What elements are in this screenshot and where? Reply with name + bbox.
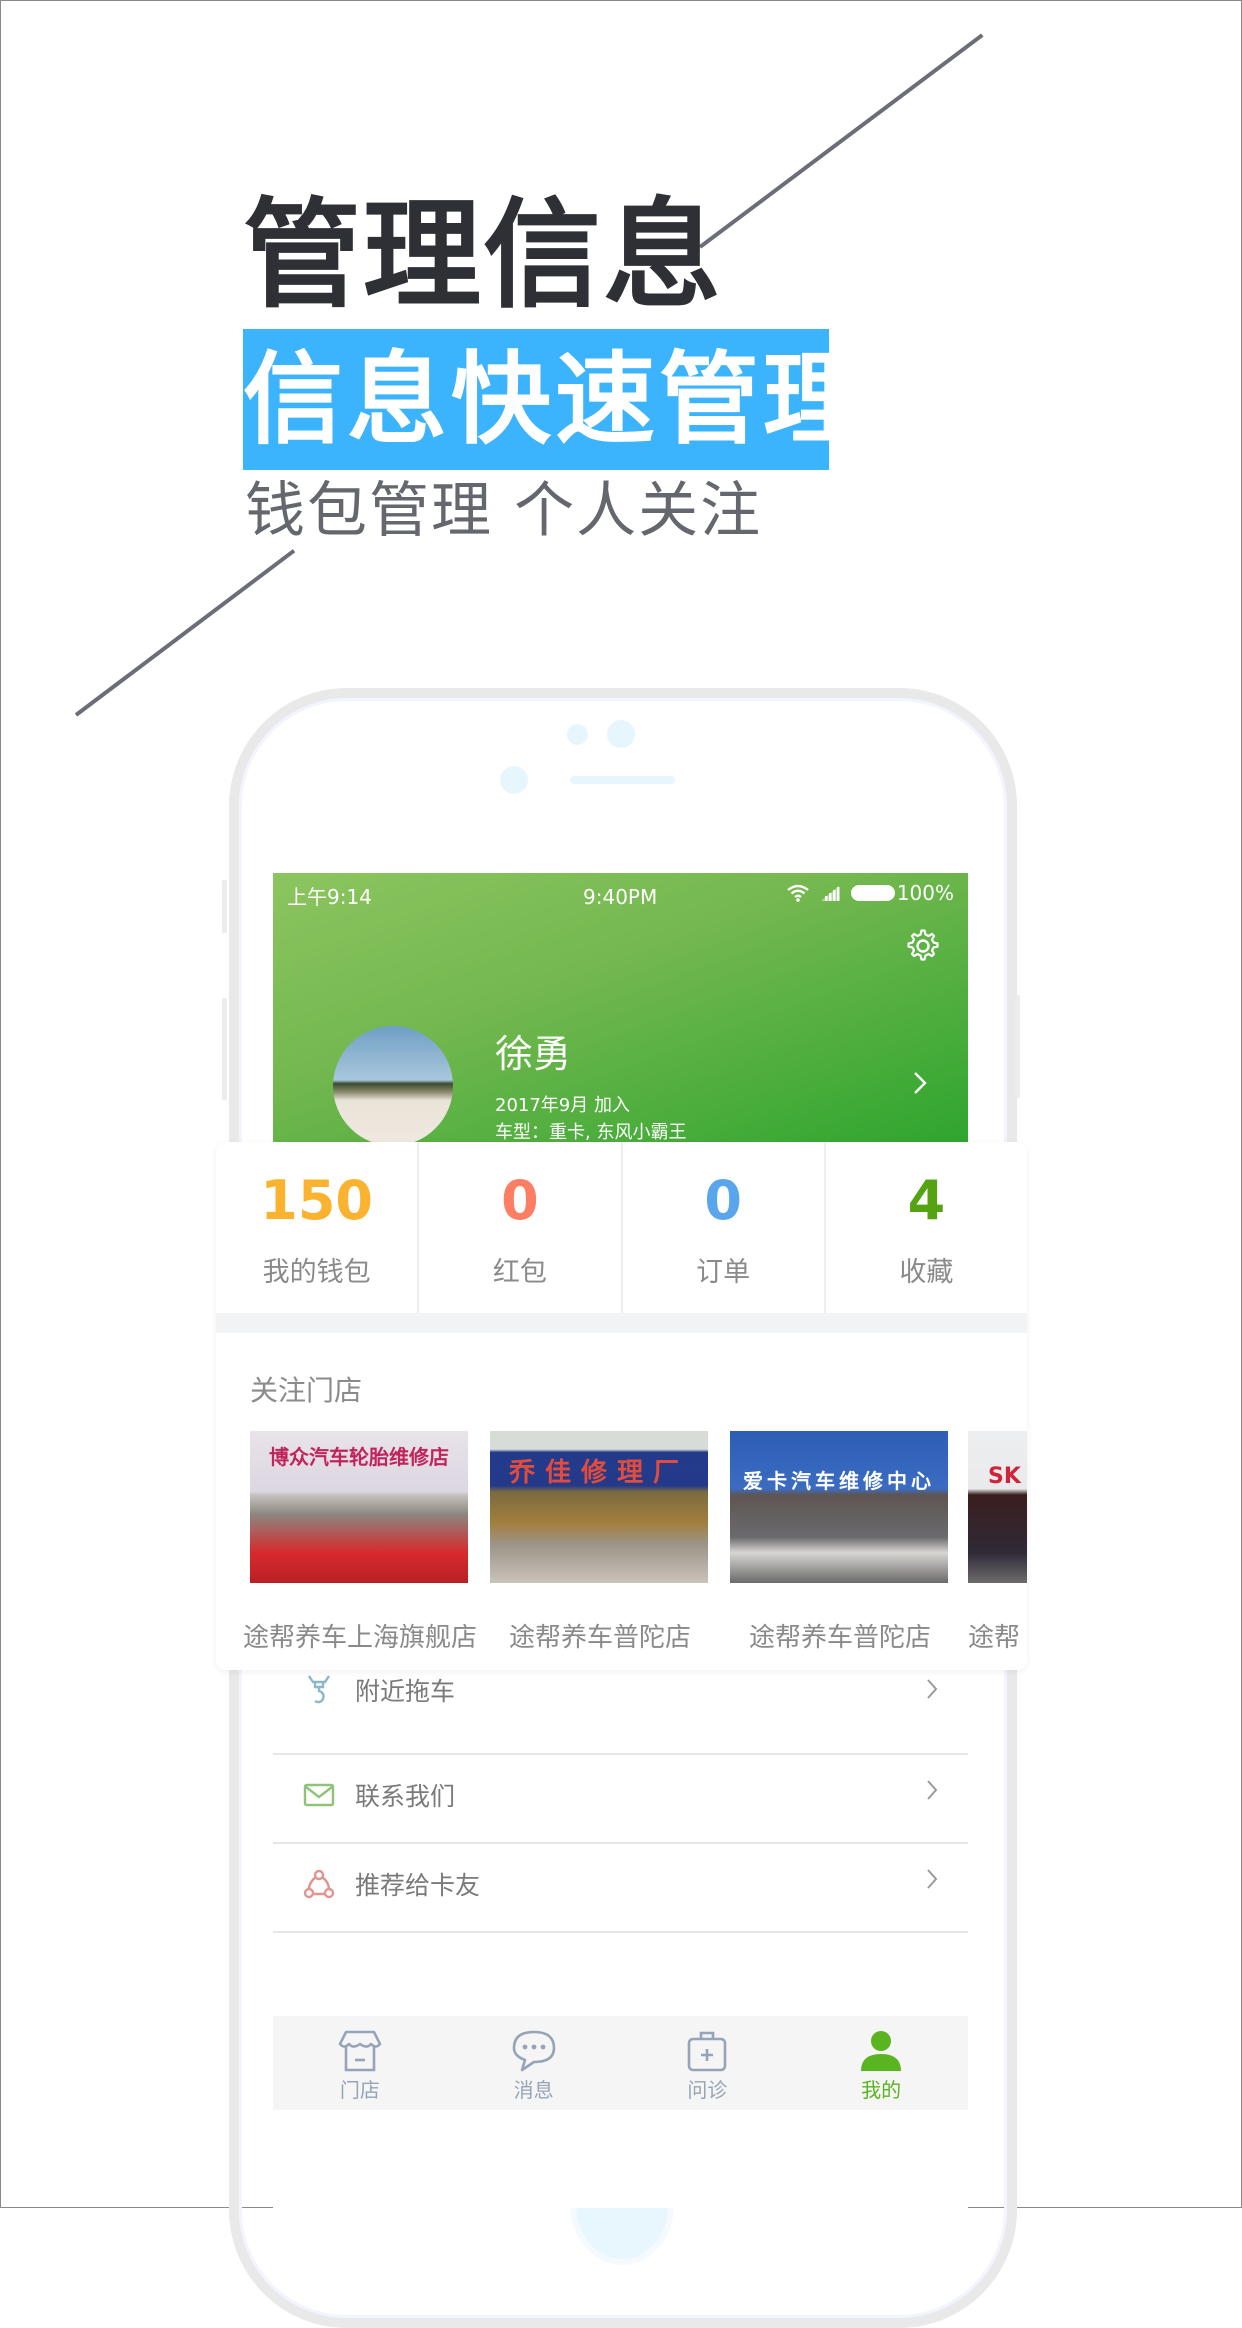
- phone-camera: [607, 720, 635, 748]
- tab-messages[interactable]: 消息: [447, 2016, 621, 2110]
- chevron-right-icon: [926, 1674, 938, 1707]
- chevron-right-icon: [926, 1775, 938, 1808]
- promo-banner: 信息快速管理: [243, 329, 863, 470]
- store-name: 途帮养车普陀店: [748, 1623, 931, 1653]
- phone-side-button: [222, 998, 227, 1100]
- tab-label: 我的: [861, 2078, 902, 2102]
- join-date: 2017年9月 加入: [495, 1095, 630, 1116]
- store-card[interactable]: 爱卡汽车维修中心 途帮养车普陀店: [730, 1431, 948, 1653]
- phone-side-button: [1015, 995, 1020, 1098]
- profile-header: 上午9:14 9:40PM 100% 徐勇 2017年9月 加入 车型：重卡, …: [273, 873, 968, 1146]
- store-name: 途帮: [968, 1623, 1021, 1653]
- tab-label: 问诊: [687, 2078, 728, 2102]
- stats-card: 150 我的钱包 0 红包 0 订单 4 收藏 关注门店 博众汽车轮胎维修店 途…: [216, 1142, 1027, 1670]
- stat-label: 收藏: [899, 1257, 954, 1288]
- phone-side-button: [222, 880, 227, 933]
- chat-bubble-icon: [512, 2030, 555, 2072]
- store-card[interactable]: 博众汽车轮胎维修店 途帮养车上海旗舰店: [243, 1431, 477, 1653]
- store-card[interactable]: 乔佳修理厂 途帮养车普陀店: [490, 1431, 708, 1653]
- battery-icon: [850, 885, 895, 901]
- status-icons: 100%: [787, 881, 954, 905]
- store-photo: 爱卡汽车维修中心: [730, 1431, 948, 1583]
- promo-headline: 管理信息: [243, 186, 724, 324]
- promo-subline: 钱包管理 个人关注: [245, 476, 763, 546]
- chevron-right-icon[interactable]: [913, 1071, 927, 1101]
- user-icon: [861, 2031, 902, 2071]
- decorative-line-top: [698, 33, 984, 249]
- tab-store[interactable]: 门店: [273, 2016, 447, 2110]
- menu-item-nearby-tow[interactable]: 附近拖车: [273, 1666, 968, 1755]
- menu-label: 联系我们: [355, 1782, 456, 1811]
- status-time-center: 9:40PM: [583, 885, 658, 909]
- section-title: 关注门店: [250, 1374, 363, 1407]
- menu-label: 推荐给卡友: [355, 1871, 481, 1900]
- phone-front-camera: [500, 766, 528, 794]
- store-card[interactable]: SK 途帮: [968, 1431, 1027, 1653]
- store-sign: 博众汽车轮胎维修店: [269, 1445, 449, 1469]
- phone-speaker: [570, 776, 675, 784]
- avatar[interactable]: [333, 1026, 453, 1146]
- signal-icon: [820, 886, 840, 901]
- wifi-icon: [787, 884, 809, 902]
- store-photo: 博众汽车轮胎维修店: [250, 1431, 468, 1583]
- stat-favorites[interactable]: 4 收藏: [826, 1142, 1027, 1313]
- medical-kit-icon: [688, 2031, 727, 2072]
- stat-label: 订单: [696, 1257, 751, 1288]
- menu-list: 附近拖车 联系我们 推荐给卡友: [273, 1666, 968, 1933]
- tab-label: 消息: [513, 2078, 554, 2102]
- share-icon: [303, 1869, 335, 1899]
- tab-label: 门店: [339, 2078, 380, 2102]
- stat-label: 我的钱包: [262, 1257, 371, 1288]
- decorative-line-bottom: [74, 549, 296, 717]
- status-time-left: 上午9:14: [287, 885, 372, 909]
- menu-label: 附近拖车: [355, 1677, 456, 1706]
- tab-bar: 门店 消息 问诊 我的: [273, 2016, 968, 2110]
- menu-item-contact-us[interactable]: 联系我们: [273, 1755, 968, 1844]
- battery-percent: 100%: [896, 881, 954, 905]
- store-photo: 乔佳修理厂: [490, 1431, 708, 1583]
- store-name: 途帮养车普陀店: [508, 1623, 691, 1653]
- stat-orders[interactable]: 0 订单: [623, 1142, 826, 1313]
- store-sign: 乔佳修理厂: [508, 1458, 689, 1488]
- stat-wallet[interactable]: 150 我的钱包: [216, 1142, 420, 1313]
- stat-value: 0: [704, 1169, 742, 1232]
- tab-consult[interactable]: 问诊: [621, 2016, 795, 2110]
- vehicle-info: 车型：重卡, 东风小霸王: [495, 1122, 687, 1143]
- store-sign: 爱卡汽车维修中心: [743, 1469, 935, 1493]
- stat-value: 4: [907, 1169, 946, 1232]
- stat-label: 红包: [492, 1257, 547, 1288]
- menu-item-recommend[interactable]: 推荐给卡友: [273, 1844, 968, 1933]
- tab-mine[interactable]: 我的: [794, 2016, 968, 2110]
- store-photo: SK: [968, 1431, 1027, 1583]
- stat-value: 0: [501, 1169, 539, 1232]
- tow-hook-icon: [308, 1675, 330, 1704]
- store-icon: [338, 2030, 382, 2072]
- gear-icon[interactable]: [906, 929, 940, 963]
- store-sign: SK: [988, 1464, 1021, 1489]
- user-name: 徐勇: [495, 1032, 572, 1076]
- store-name: 途帮养车上海旗舰店: [242, 1623, 477, 1653]
- mail-icon: [303, 1783, 335, 1807]
- chevron-right-icon: [926, 1864, 938, 1897]
- followed-stores: 关注门店 博众汽车轮胎维修店 途帮养车上海旗舰店 乔佳修理厂 途帮养车普陀店 爱…: [216, 1333, 1027, 1670]
- stats-row: 150 我的钱包 0 红包 0 订单 4 收藏: [216, 1142, 1027, 1313]
- phone-sensor: [567, 724, 588, 745]
- stat-value: 150: [260, 1169, 373, 1232]
- stat-red-packet[interactable]: 0 红包: [419, 1142, 623, 1313]
